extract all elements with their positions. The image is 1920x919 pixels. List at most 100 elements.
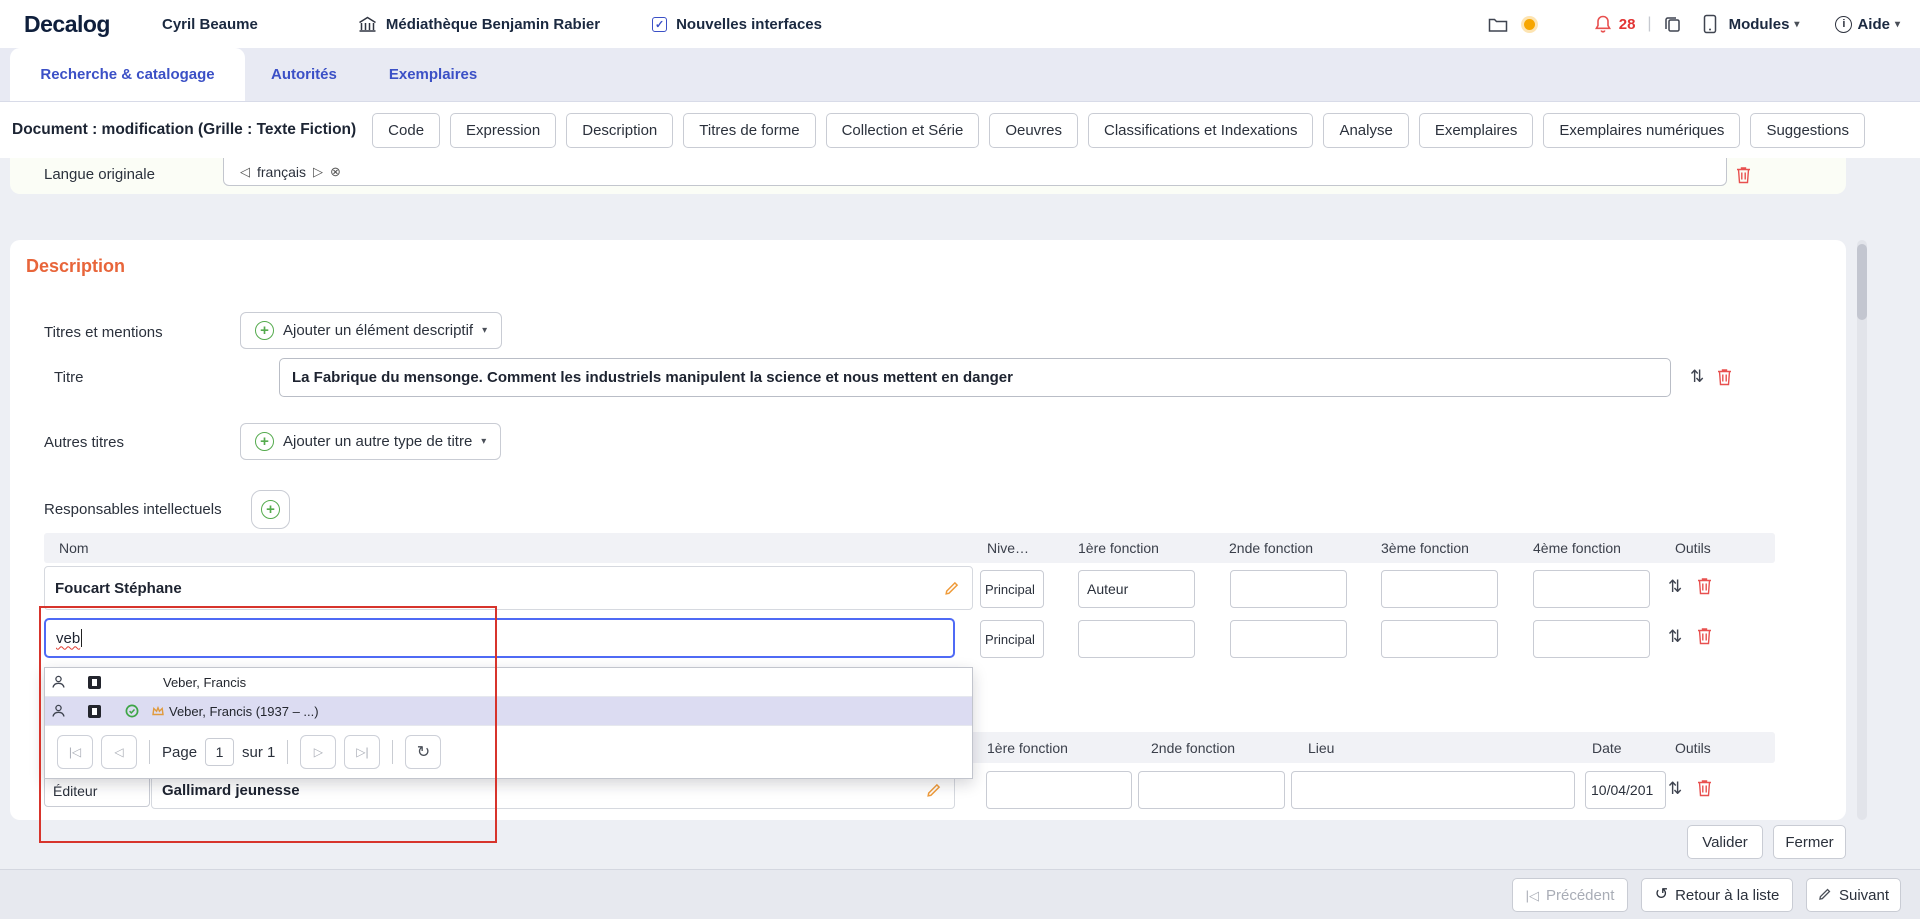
niveau-field[interactable]: Principal xyxy=(980,620,1044,658)
fonction4-field[interactable] xyxy=(1533,620,1650,658)
fonction1-field[interactable]: Auteur xyxy=(1078,570,1195,608)
autocomplete-item-selected[interactable]: Veber, Francis (1937 – ...) xyxy=(45,697,972,726)
edit-pencil-icon[interactable] xyxy=(944,580,960,596)
titre-delete-button[interactable] xyxy=(1716,367,1733,386)
fonction1-field[interactable] xyxy=(1078,620,1195,658)
fonction2-field[interactable] xyxy=(1230,620,1347,658)
library-selector[interactable]: Médiathèque Benjamin Rabier xyxy=(358,16,600,33)
edit-pencil-icon[interactable] xyxy=(926,782,942,798)
row-delete-button[interactable] xyxy=(1696,626,1713,645)
aide-label: Aide xyxy=(1857,16,1890,33)
chip-remove-icon[interactable]: ⊗ xyxy=(330,164,341,180)
valider-button[interactable]: Valider xyxy=(1687,825,1763,859)
add-descriptive-element-button[interactable]: + Ajouter un élément descriptif ▾ xyxy=(240,312,502,349)
fonction4-field[interactable] xyxy=(1533,570,1650,608)
notifications-bell-icon[interactable] xyxy=(1593,14,1613,34)
section-button-analyse[interactable]: Analyse xyxy=(1323,113,1408,148)
section-button-suggestions[interactable]: Suggestions xyxy=(1750,113,1865,148)
pager-refresh-button[interactable]: ↻ xyxy=(405,735,441,769)
section-button-expression[interactable]: Expression xyxy=(450,113,556,148)
tab-exemplaires[interactable]: Exemplaires xyxy=(363,48,503,101)
section-button-oeuvres[interactable]: Oeuvres xyxy=(989,113,1078,148)
autocomplete-item[interactable]: Veber, Francis xyxy=(45,668,972,697)
scrollbar-track[interactable] xyxy=(1857,240,1867,820)
pager-separator xyxy=(149,740,150,764)
column-header-lieu: Lieu xyxy=(1308,740,1334,756)
pager-prev-page-button[interactable]: ◁ xyxy=(101,735,137,769)
previous-icon: |◁ xyxy=(1526,889,1539,902)
pub-fonction1-field[interactable] xyxy=(986,771,1132,809)
pager-next-page-button[interactable]: ▷ xyxy=(300,735,336,769)
column-header-fonction1: 1ère fonction xyxy=(1078,540,1159,556)
modules-menu[interactable]: Modules ▾ xyxy=(1729,16,1800,33)
section-button-exemplaires[interactable]: Exemplaires xyxy=(1419,113,1534,148)
row-reorder-icon[interactable]: ⇅ xyxy=(1668,780,1682,797)
footer-bar: |◁ Précédent ↺ Retour à la liste Suivant xyxy=(0,869,1920,919)
titres-mentions-label: Titres et mentions xyxy=(44,324,163,341)
fonction3-field[interactable] xyxy=(1381,570,1498,608)
chip-move-left-icon[interactable]: ◁ xyxy=(240,164,250,180)
next-pencil-icon xyxy=(1818,887,1832,903)
row-reorder-icon[interactable]: ⇅ xyxy=(1668,578,1682,595)
titre-reorder-icon[interactable]: ⇅ xyxy=(1690,368,1704,385)
pager-first-page-button[interactable]: |◁ xyxy=(57,735,93,769)
add-descriptive-element-label: Ajouter un élément descriptif xyxy=(283,322,473,339)
new-interfaces-toggle[interactable]: ✓ Nouvelles interfaces xyxy=(652,16,822,33)
pager-last-page-button[interactable]: ▷| xyxy=(344,735,380,769)
section-button-description[interactable]: Description xyxy=(566,113,673,148)
add-responsable-button[interactable]: + xyxy=(251,490,290,529)
section-button-collection-serie[interactable]: Collection et Série xyxy=(826,113,980,148)
pager-of-label: sur 1 xyxy=(242,744,275,761)
fonction2-field[interactable] xyxy=(1230,570,1347,608)
retour-liste-button[interactable]: ↺ Retour à la liste xyxy=(1641,878,1793,912)
user-name[interactable]: Cyril Beaume xyxy=(162,16,258,33)
notification-count-badge[interactable]: 28 xyxy=(1619,16,1636,33)
chevron-down-icon: ▾ xyxy=(481,436,486,447)
copy-pages-icon[interactable] xyxy=(1664,15,1681,33)
column-header-niveau: Nive… xyxy=(987,540,1029,556)
row-delete-button[interactable] xyxy=(1696,576,1713,595)
langue-delete-button[interactable] xyxy=(1735,165,1752,184)
mobile-device-icon[interactable] xyxy=(1703,14,1717,34)
fonction3-field[interactable] xyxy=(1381,620,1498,658)
add-other-title-type-button[interactable]: + Ajouter un autre type de titre ▾ xyxy=(240,423,501,460)
app-window: Decalog Cyril Beaume Médiathèque Benjami… xyxy=(0,0,1920,919)
titre-input[interactable]: La Fabrique du mensonge. Comment les ind… xyxy=(279,358,1671,397)
precedent-button[interactable]: |◁ Précédent xyxy=(1512,878,1628,912)
section-button-titres-de-forme[interactable]: Titres de forme xyxy=(683,113,815,148)
row-delete-button[interactable] xyxy=(1696,778,1713,797)
pager-page-input[interactable]: 1 xyxy=(205,738,234,766)
scrollbar-thumb[interactable] xyxy=(1857,244,1867,320)
tab-recherche-catalogage[interactable]: Recherche & catalogage xyxy=(10,48,245,101)
beacon-icon[interactable] xyxy=(1524,19,1535,30)
decalog-logo[interactable]: Decalog xyxy=(24,11,110,38)
section-button-exemplaires-numeriques[interactable]: Exemplaires numériques xyxy=(1543,113,1740,148)
langue-originale-field[interactable]: ◁ français ▷ ⊗ xyxy=(223,158,1727,186)
autocomplete-item-label: Veber, Francis xyxy=(163,675,246,690)
publisher-name-value: Gallimard jeunesse xyxy=(162,782,300,799)
document-toolbar: Document : modification (Grille : Texte … xyxy=(0,102,1920,158)
chip-move-right-icon[interactable]: ▷ xyxy=(313,164,323,180)
row-reorder-icon[interactable]: ⇅ xyxy=(1668,628,1682,645)
contributor-name-input[interactable]: veb xyxy=(44,618,955,658)
niveau-field[interactable]: Principal xyxy=(980,570,1044,608)
autocomplete-pager: |◁ ◁ Page 1 sur 1 ▷ ▷| ↻ xyxy=(45,726,972,778)
responsable-name-field[interactable]: Foucart Stéphane xyxy=(44,566,973,610)
aide-menu[interactable]: i Aide ▾ xyxy=(1835,16,1900,33)
titre-value: La Fabrique du mensonge. Comment les ind… xyxy=(292,369,1013,386)
lieu-field[interactable] xyxy=(1291,771,1575,809)
section-button-classifications[interactable]: Classifications et Indexations xyxy=(1088,113,1313,148)
tab-autorites[interactable]: Autorités xyxy=(245,48,363,101)
new-interfaces-label: Nouvelles interfaces xyxy=(676,16,822,33)
folder-icon[interactable] xyxy=(1488,16,1508,33)
authority-autocomplete-dropdown: Veber, Francis Veber, Francis (1937 – ..… xyxy=(44,667,973,779)
fermer-button[interactable]: Fermer xyxy=(1773,825,1846,859)
column-header-date: Date xyxy=(1592,740,1622,756)
section-button-code[interactable]: Code xyxy=(372,113,440,148)
pub-fonction2-field[interactable] xyxy=(1138,771,1285,809)
main-tab-bar: Recherche & catalogage Autorités Exempla… xyxy=(0,48,1920,102)
langue-originale-label: Langue originale xyxy=(44,166,155,183)
top-bar-actions: 28 | Modules ▾ i Aide ▾ xyxy=(1488,14,1900,34)
suivant-button[interactable]: Suivant xyxy=(1806,878,1901,912)
date-field[interactable]: 10/04/201 xyxy=(1585,771,1666,809)
